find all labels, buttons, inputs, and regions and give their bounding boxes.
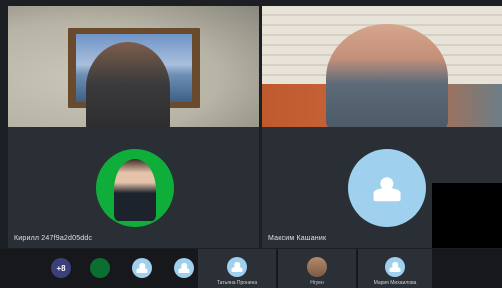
more-participants[interactable]: +8 — [46, 249, 76, 288]
participant-video-person — [86, 42, 170, 127]
participant-thumb-5[interactable]: Нгуен — [278, 249, 356, 288]
participant-name-label: Кирилл 247f9a2d05ddc — [14, 235, 93, 242]
participant-thumb-4[interactable]: Татьяна Пронина — [198, 249, 276, 288]
more-count-badge[interactable]: +8 — [51, 258, 71, 278]
participant-video-person — [326, 24, 448, 127]
user-icon — [132, 258, 152, 278]
participant-avatar-photo — [90, 258, 110, 278]
participant-thumb-name: Мария Михаилова — [373, 280, 417, 286]
more-count-label: +8 — [56, 263, 66, 273]
participant-tile-left[interactable]: Кирилл 247f9a2d05ddc — [8, 127, 259, 248]
participant-thumb-name: Татьяна Пронина — [216, 280, 258, 286]
avatar-placeholder — [348, 149, 426, 227]
user-icon — [372, 173, 402, 203]
video-tile-top-right[interactable] — [262, 6, 502, 127]
participant-name-label: Максим Кашаник — [268, 235, 327, 242]
participants-strip: +8 Татьяна Пронина Нгуен Мария Михаилова — [0, 249, 502, 288]
user-icon — [174, 258, 194, 278]
user-icon — [385, 257, 405, 277]
participant-thumb-name: Нгуен — [310, 280, 324, 286]
self-view-black — [432, 183, 502, 248]
avatar-photo — [96, 149, 174, 227]
video-tile-top-left[interactable] — [8, 6, 259, 127]
participant-tile-right[interactable]: Максим Кашаник — [262, 127, 502, 248]
participant-thumb-6[interactable]: Мария Михаилова — [358, 249, 432, 288]
video-conference-grid: Кирилл 247f9a2d05ddc Максим Кашаник +8 Т… — [0, 0, 502, 288]
participant-thumb-1[interactable] — [80, 249, 120, 288]
user-icon — [227, 257, 247, 277]
participant-avatar-photo — [307, 257, 327, 277]
participant-thumb-2[interactable] — [122, 249, 162, 288]
avatar-person — [114, 159, 156, 221]
